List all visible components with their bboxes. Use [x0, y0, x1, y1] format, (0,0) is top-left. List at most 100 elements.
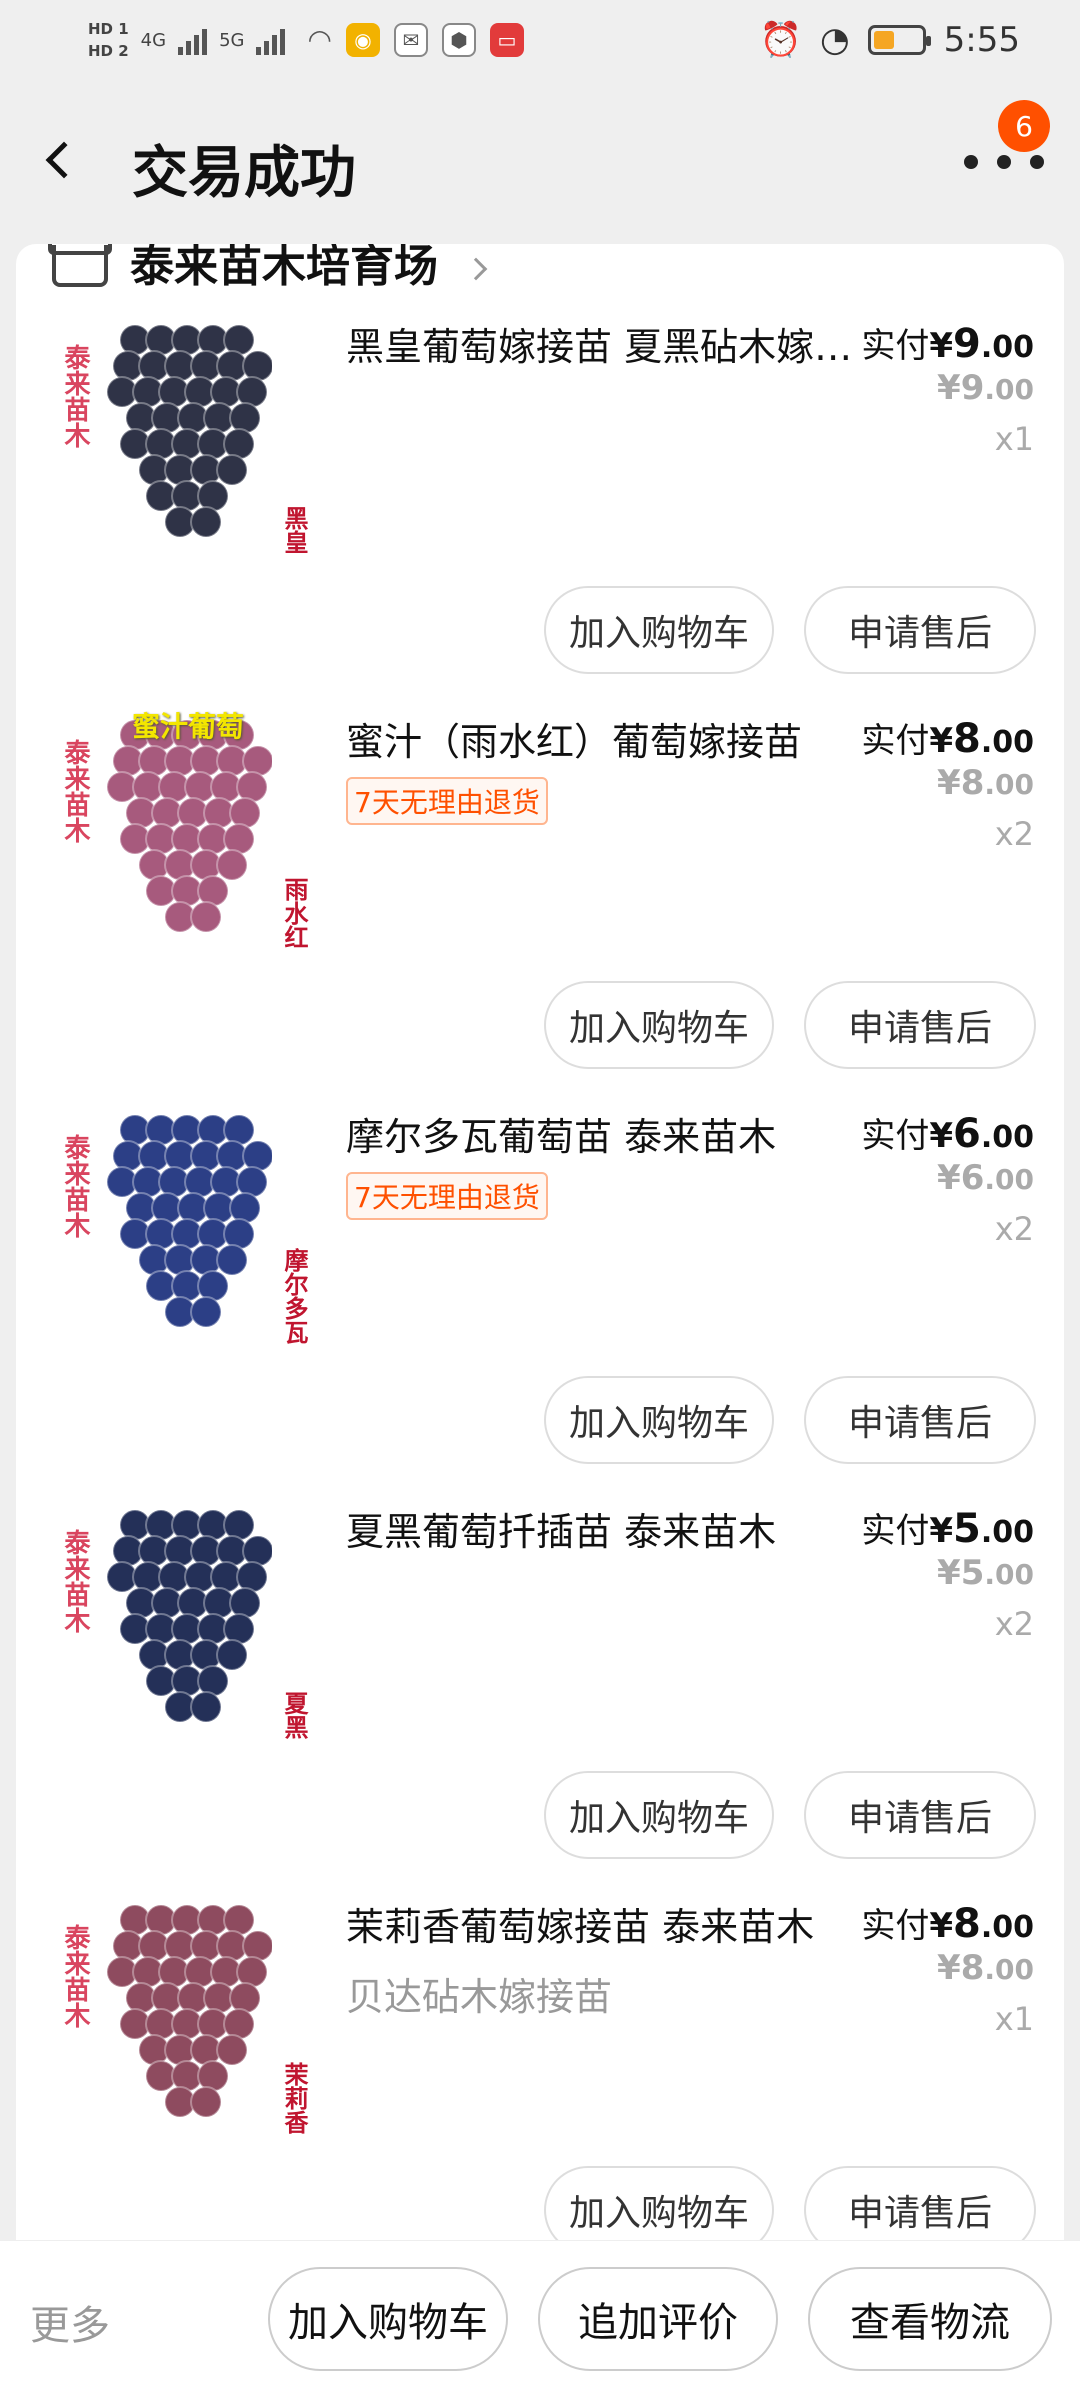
- product-image[interactable]: 泰来苗木摩尔多瓦: [52, 1094, 322, 1364]
- after-sale-button[interactable]: 申请售后: [804, 1376, 1036, 1464]
- return-policy-badge: 7天无理由退货: [346, 777, 548, 825]
- original-decimal: .00: [984, 1163, 1034, 1196]
- network-label-1: 4G: [140, 29, 167, 51]
- alarm-icon: ⏰: [759, 20, 802, 60]
- image-brand-text: 泰来苗木: [60, 344, 90, 448]
- hd1-label: HD 1: [88, 20, 129, 38]
- paid-label: 实付: [861, 1116, 930, 1156]
- order-item[interactable]: 泰来苗木 摩尔多瓦 摩尔多瓦葡萄苗 泰来苗木 7天无理由退货 实付¥6.00 ¥6.00 x…: [16, 1094, 1064, 1488]
- grape-cluster-image: [106, 1509, 272, 1723]
- quantity: x1: [994, 420, 1034, 458]
- currency-symbol: ¥: [929, 1906, 953, 1946]
- after-sale-button[interactable]: 申请售后: [804, 981, 1036, 1069]
- quantity: x2: [994, 815, 1034, 853]
- paid-integer: 8: [953, 716, 981, 762]
- product-image[interactable]: 泰来苗木 雨水红 蜜汁葡萄: [52, 699, 322, 969]
- original-decimal: .00: [984, 768, 1034, 801]
- item-add-to-cart-button[interactable]: 加入购物车: [544, 981, 774, 1069]
- add-review-button[interactable]: 追加评价: [538, 2267, 778, 2371]
- network-label-2: 5G: [219, 29, 245, 51]
- original-integer: 6: [960, 1158, 985, 1198]
- paid-price: 实付¥8.00: [861, 713, 1034, 762]
- bottom-action-bar: 更多 加入购物车 追加评价 查看物流: [0, 2240, 1080, 2400]
- page-title: 交易成功: [132, 141, 356, 206]
- product-image[interactable]: 泰来苗木 茉莉香: [52, 1884, 322, 2154]
- product-spec: 贝达砧木嫁接苗: [346, 1975, 613, 2019]
- currency-symbol: ¥: [937, 1158, 961, 1198]
- quantity: x1: [994, 2000, 1034, 2038]
- original-decimal: .00: [984, 1558, 1034, 1591]
- image-variety-text: 摩尔多瓦: [280, 1248, 308, 1344]
- original-decimal: .00: [984, 373, 1034, 406]
- clock: 5:55: [943, 20, 1020, 60]
- signal-icon: [178, 25, 208, 55]
- book-icon: ▭: [489, 23, 524, 57]
- product-image[interactable]: 泰来苗木 夏黑: [52, 1489, 322, 1759]
- dot-icon: [964, 155, 978, 169]
- order-item[interactable]: 泰来苗木 黑皇 黑皇葡萄嫁接苗 夏黑砧木嫁接苗 实付¥9.00 ¥9.00 x1 加入购物车…: [16, 304, 1064, 698]
- paid-price: 实付¥8.00: [861, 1898, 1034, 1947]
- image-brand-text: 泰来苗木: [60, 1134, 90, 1238]
- image-variety-text: 雨水红: [280, 877, 308, 949]
- paid-decimal: .00: [980, 330, 1034, 365]
- paid-integer: 6: [953, 1111, 981, 1157]
- original-price: ¥5.00: [937, 1553, 1034, 1593]
- product-name[interactable]: 茉莉香葡萄嫁接苗 泰来苗木: [346, 1896, 856, 1951]
- paid-label: 实付: [861, 1906, 930, 1946]
- hd-indicator: HD 1 HD 2: [88, 18, 129, 62]
- paid-decimal: .00: [980, 725, 1034, 760]
- original-price: ¥8.00: [937, 1948, 1034, 1988]
- view-logistics-button[interactable]: 查看物流: [808, 2267, 1052, 2371]
- dot-icon: [1030, 155, 1044, 169]
- add-to-cart-button[interactable]: 加入购物车: [268, 2267, 508, 2371]
- after-sale-button[interactable]: 申请售后: [804, 586, 1036, 674]
- currency-symbol: ¥: [937, 763, 961, 803]
- paid-price: 实付¥6.00: [861, 1108, 1034, 1157]
- quantity: x2: [994, 1605, 1034, 1643]
- grape-cluster-image: [106, 324, 272, 538]
- notification-badge: 6: [998, 100, 1050, 152]
- notification-icons: ◠ ◉ ✉ ⬢ ▭: [307, 23, 524, 57]
- paid-price: 实付¥9.00: [861, 318, 1034, 367]
- currency-symbol: ¥: [937, 1948, 961, 1988]
- dot-icon: [997, 155, 1011, 169]
- item-add-to-cart-button[interactable]: 加入购物车: [544, 1771, 774, 1859]
- product-name[interactable]: 摩尔多瓦葡萄苗 泰来苗木: [346, 1106, 856, 1161]
- order-item[interactable]: 泰来苗木 夏黑 夏黑葡萄扦插苗 泰来苗木 实付¥5.00 ¥5.00 x2 加入购物车 申请售…: [16, 1489, 1064, 1883]
- order-item[interactable]: 泰来苗木 茉莉香 茉莉香葡萄嫁接苗 泰来苗木贝达砧木嫁接苗 实付¥8.00 ¥8.00 x…: [16, 1884, 1064, 2244]
- paid-integer: 8: [953, 1901, 981, 1947]
- currency-symbol: ¥: [929, 1116, 953, 1156]
- back-button[interactable]: [40, 132, 88, 188]
- speed-icon: ◔: [819, 20, 850, 60]
- item-add-to-cart-button[interactable]: 加入购物车: [544, 2166, 774, 2244]
- header: 交易成功 6: [0, 80, 1080, 240]
- paid-label: 实付: [861, 326, 930, 366]
- product-name[interactable]: 夏黑葡萄扦插苗 泰来苗木: [346, 1501, 856, 1556]
- original-integer: 9: [960, 368, 985, 408]
- product-name[interactable]: 蜜汁（雨水红）葡萄嫁接苗: [346, 711, 856, 766]
- product-image[interactable]: 泰来苗木 黑皇: [52, 304, 322, 574]
- more-link[interactable]: 更多: [30, 2293, 110, 2351]
- currency-symbol: ¥: [929, 1511, 953, 1551]
- original-price: ¥9.00: [937, 368, 1034, 408]
- after-sale-button[interactable]: 申请售后: [804, 1771, 1036, 1859]
- original-price: ¥8.00: [937, 763, 1034, 803]
- after-sale-button[interactable]: 申请售后: [804, 2166, 1036, 2244]
- original-decimal: .00: [984, 1953, 1034, 1986]
- battery-icon: [867, 25, 931, 55]
- order-card: 泰来苗木培育场 泰来苗木 黑皇 黑皇葡萄嫁接苗 夏黑砧木嫁接苗 实付¥9.00 ¥9.0…: [16, 244, 1064, 2244]
- paid-price: 实付¥5.00: [861, 1503, 1034, 1552]
- item-add-to-cart-button[interactable]: 加入购物车: [544, 586, 774, 674]
- order-item[interactable]: 泰来苗木 雨水红 蜜汁葡萄 蜜汁（雨水红）葡萄嫁接苗 7天无理由退货 实付¥8.00 ¥8.…: [16, 699, 1064, 1093]
- item-add-to-cart-button[interactable]: 加入购物车: [544, 1376, 774, 1464]
- return-policy-badge: 7天无理由退货: [346, 1172, 548, 1220]
- status-right: ⏰ ◔ 5:55: [760, 20, 1020, 60]
- shop-row[interactable]: 泰来苗木培育场: [48, 244, 488, 294]
- image-brand-text: 泰来苗木: [60, 1924, 90, 2028]
- product-name[interactable]: 黑皇葡萄嫁接苗 夏黑砧木嫁接苗: [346, 316, 856, 371]
- shield-icon: ⬢: [441, 23, 476, 57]
- currency-symbol: ¥: [937, 368, 961, 408]
- paid-decimal: .00: [980, 1910, 1034, 1945]
- grape-cluster-image: [106, 1114, 272, 1328]
- grape-cluster-image: [106, 1904, 272, 2118]
